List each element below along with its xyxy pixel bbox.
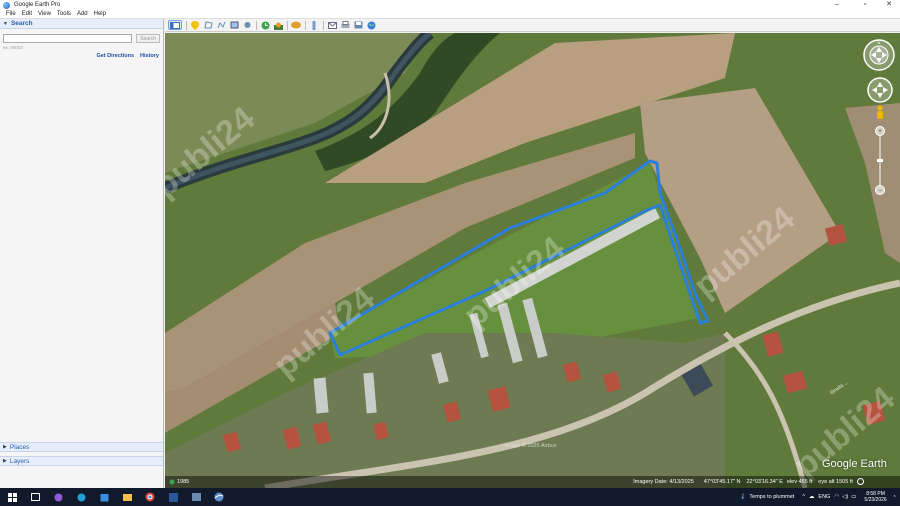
- ruler-icon[interactable]: [309, 20, 319, 30]
- streaming-indicator-icon: [856, 477, 864, 487]
- places-panel-header[interactable]: ▶ Places: [0, 442, 163, 452]
- history-link[interactable]: History: [140, 53, 159, 59]
- menu-add[interactable]: Add: [77, 11, 88, 17]
- toolbar: [165, 19, 900, 32]
- google-earth-app-icon: [3, 1, 10, 9]
- notifications-icon[interactable]: ◔: [893, 494, 896, 500]
- record-tour-icon[interactable]: [242, 20, 252, 30]
- show-hidden-icons-icon[interactable]: ^: [802, 494, 805, 500]
- get-directions-link[interactable]: Get Directions: [96, 53, 134, 59]
- edge-browser-icon[interactable]: [75, 491, 87, 503]
- menu-edit[interactable]: Edit: [22, 11, 32, 17]
- title-bar: Google Earth Pro – ▫ ✕: [0, 0, 900, 10]
- satellite-imagery: [165, 33, 900, 488]
- search-panel-header[interactable]: ▼ Search: [0, 19, 163, 29]
- thermometer-icon: 🌡︎: [739, 494, 747, 500]
- maps-icon[interactable]: [366, 20, 376, 30]
- sun-icon[interactable]: [273, 20, 283, 30]
- planets-icon[interactable]: [291, 20, 301, 30]
- toolbar-separator: [186, 20, 187, 30]
- sidebar: ▼ Search Search ex: 94043 Get Directions…: [0, 19, 164, 488]
- toolbar-separator: [305, 20, 306, 30]
- chrome-icon[interactable]: [144, 491, 156, 503]
- menu-view[interactable]: View: [38, 11, 51, 17]
- clock-date: 5/23/2026: [864, 497, 887, 503]
- window-title: Google Earth Pro: [14, 2, 61, 8]
- sidebar-toggle-icon[interactable]: [168, 20, 182, 30]
- wifi-icon[interactable]: ◠: [834, 494, 839, 500]
- close-button[interactable]: ✕: [878, 0, 900, 10]
- polygon-icon[interactable]: [203, 20, 213, 30]
- imagery-credit: Image © 2025 Airbus: [505, 443, 557, 449]
- earth-viewer[interactable]: publi24 publi24 publi24 publi24 publi24 …: [165, 33, 900, 488]
- search-panel-title: Search: [10, 20, 33, 27]
- maximize-button[interactable]: ▫: [854, 0, 876, 10]
- search-links: Get Directions History: [0, 53, 163, 59]
- menu-help[interactable]: Help: [94, 11, 106, 17]
- copilot-icon[interactable]: [52, 491, 64, 503]
- image-overlay-icon[interactable]: [229, 20, 239, 30]
- eye-altitude: eye alt 1505 ft: [818, 479, 853, 485]
- volume-icon[interactable]: ◁): [842, 494, 848, 500]
- microsoft-store-icon[interactable]: [98, 491, 110, 503]
- toolbar-separator: [323, 20, 324, 30]
- toolbar-separator: [256, 20, 257, 30]
- longitude: 22°03'16.34" E: [746, 479, 783, 485]
- latitude: 47°03'45.17" N: [703, 479, 741, 485]
- historical-year[interactable]: 1985: [169, 479, 189, 485]
- svg-text:−: −: [878, 188, 882, 194]
- imagery-date: Imagery Date: 4/13/2025: [633, 479, 694, 485]
- system-tray: 🌡︎ Temps to plummet ^ ☁ ENG ◠ ◁) ▭ 8:58 …: [739, 488, 900, 506]
- expand-arrow-icon[interactable]: ▶: [3, 458, 7, 464]
- photos-icon[interactable]: [190, 491, 202, 503]
- year-label: 1985: [177, 479, 190, 485]
- menu-tools[interactable]: Tools: [57, 11, 71, 17]
- svg-text:N: N: [878, 40, 881, 45]
- print-icon[interactable]: [340, 20, 350, 30]
- email-icon[interactable]: [327, 20, 337, 30]
- layers-panel-header[interactable]: ▶ Layers: [0, 456, 163, 466]
- windows-start-icon[interactable]: [6, 491, 18, 503]
- search-hint: ex: 94043: [3, 45, 23, 50]
- layers-panel-title: Layers: [9, 457, 30, 465]
- language-indicator[interactable]: ENG: [818, 494, 830, 500]
- save-image-icon[interactable]: [353, 20, 363, 30]
- weather-widget[interactable]: 🌡︎ Temps to plummet: [739, 494, 794, 500]
- word-icon[interactable]: [167, 491, 179, 503]
- weather-text: Temps to plummet: [749, 494, 795, 500]
- menu-bar: File Edit View Tools Add Help: [0, 10, 900, 19]
- collapse-arrow-icon[interactable]: ▼: [3, 21, 8, 27]
- battery-icon[interactable]: ▭: [851, 494, 856, 500]
- status-bar: 1985 Imagery Date: 4/13/2025 47°03'45.17…: [165, 476, 900, 488]
- menu-file[interactable]: File: [6, 11, 16, 17]
- search-row: Search: [0, 29, 163, 45]
- file-explorer-icon[interactable]: [121, 491, 133, 503]
- google-earth-logo: Google Earth: [822, 458, 887, 470]
- search-button[interactable]: Search: [136, 34, 160, 43]
- places-panel-title: Places: [9, 443, 30, 451]
- google-earth-taskbar-icon[interactable]: [213, 491, 225, 503]
- clock[interactable]: 8:58 PM 5/23/2026: [864, 491, 886, 504]
- windows-taskbar: 🌡︎ Temps to plummet ^ ☁ ENG ◠ ◁) ▭ 8:58 …: [0, 488, 900, 506]
- task-view-icon[interactable]: [29, 491, 41, 503]
- onedrive-icon[interactable]: ☁: [809, 494, 815, 500]
- path-icon[interactable]: [216, 20, 226, 30]
- expand-arrow-icon[interactable]: ▶: [3, 444, 7, 450]
- svg-text:+: +: [878, 129, 882, 135]
- elevation: elev 465 ft: [786, 479, 813, 485]
- minimize-button[interactable]: –: [826, 0, 848, 10]
- search-input[interactable]: [3, 34, 133, 43]
- toolbar-separator: [287, 20, 288, 30]
- placemark-icon[interactable]: [190, 20, 200, 30]
- historical-imagery-icon[interactable]: [260, 20, 270, 30]
